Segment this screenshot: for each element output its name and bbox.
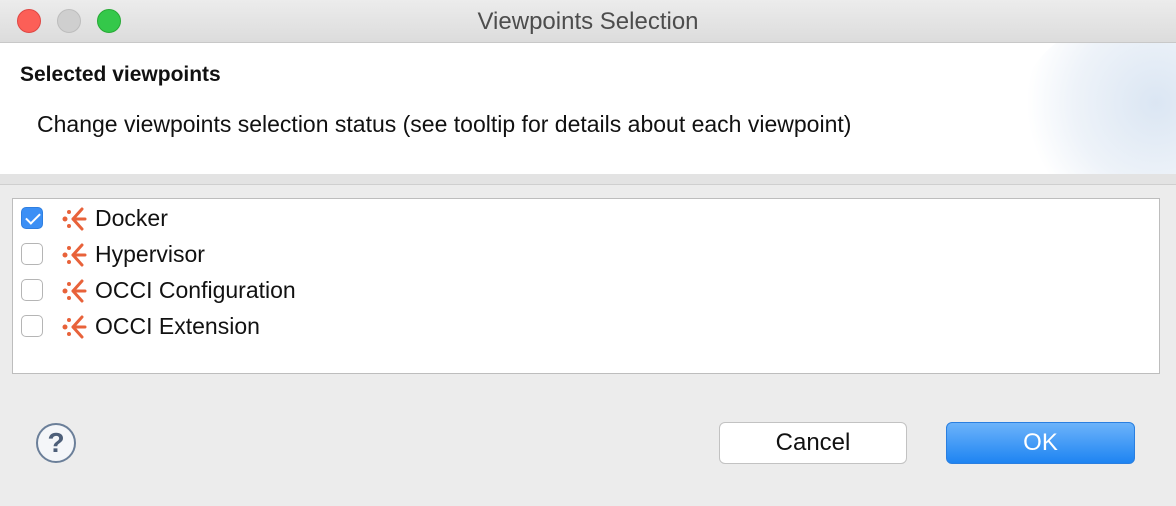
title-bar[interactable]: Viewpoints Selection xyxy=(0,0,1176,43)
help-icon: ? xyxy=(47,427,65,458)
banner-decoration xyxy=(1016,43,1176,174)
viewpoint-label: OCCI Configuration xyxy=(95,277,296,303)
dialog-window: Viewpoints Selection Selected viewpoints… xyxy=(0,0,1176,506)
header-banner: Selected viewpoints Change viewpoints se… xyxy=(0,43,1176,174)
window-title: Viewpoints Selection xyxy=(477,8,699,35)
viewpoint-label: Hypervisor xyxy=(95,241,205,267)
help-button[interactable]: ? xyxy=(36,423,76,463)
viewpoint-row[interactable]: Docker xyxy=(21,201,621,237)
banner-description: Change viewpoints selection status (see … xyxy=(37,111,852,137)
ok-button[interactable]: OK xyxy=(946,422,1135,464)
viewpoint-label: OCCI Extension xyxy=(95,313,260,339)
viewpoint-icon xyxy=(62,279,87,303)
viewpoint-icon xyxy=(62,243,87,267)
viewpoint-row[interactable]: Hypervisor xyxy=(21,237,621,273)
viewpoint-row[interactable]: OCCI Extension xyxy=(21,309,621,345)
viewpoint-icon xyxy=(62,315,87,339)
viewpoints-list[interactable]: Docker Hypervisor OCCI Configuration OCCI E… xyxy=(12,198,1160,374)
viewpoint-checkbox[interactable] xyxy=(21,315,43,337)
viewpoint-icon xyxy=(62,207,87,231)
viewpoint-checkbox[interactable] xyxy=(21,279,43,301)
banner-heading: Selected viewpoints xyxy=(20,63,221,86)
viewpoint-label: Docker xyxy=(95,205,168,231)
viewpoint-checkbox[interactable] xyxy=(21,207,43,229)
header-separator xyxy=(0,174,1176,185)
cancel-button[interactable]: Cancel xyxy=(719,422,907,464)
viewpoint-checkbox[interactable] xyxy=(21,243,43,265)
viewpoint-row[interactable]: OCCI Configuration xyxy=(21,273,621,309)
